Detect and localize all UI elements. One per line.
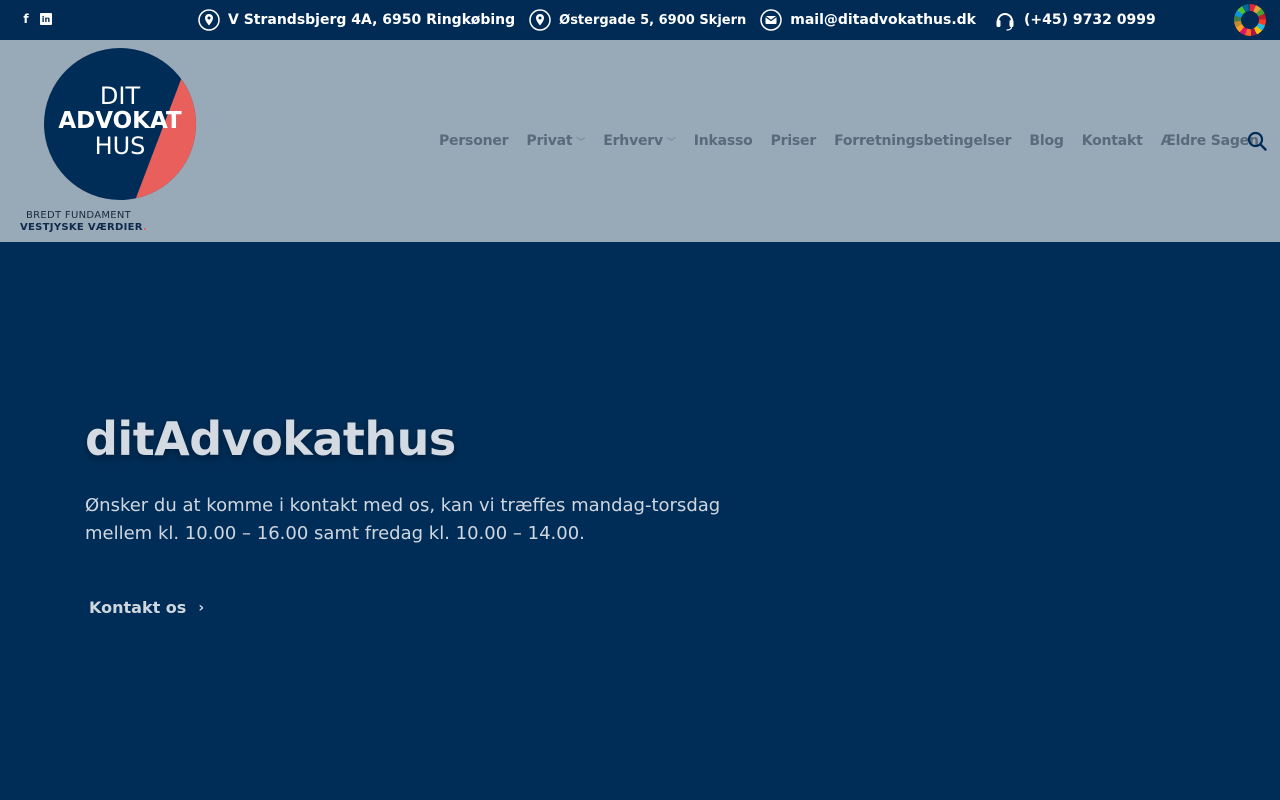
chevron-down-icon: ﹀ [576, 137, 586, 148]
nav-item-privat[interactable]: Privat ﹀ [526, 133, 585, 149]
nav-item-label: Erhverv [603, 133, 663, 149]
nav-item-inkasso[interactable]: Inkasso [694, 133, 753, 149]
nav-item-personer[interactable]: Personer [439, 133, 509, 149]
headset-icon [996, 13, 1014, 31]
location-pin-icon [198, 9, 220, 31]
logo-tagline-dot: . [142, 222, 148, 233]
top-bar: f in V Strandsbjerg 4A, 6950 Ringkøbing … [0, 0, 1280, 40]
nav-item-aeldre-sagen[interactable]: Ældre Sagen [1161, 133, 1259, 149]
logo-tagline-2-text: VESTJYSKE VÆRDIER [20, 222, 143, 233]
hero-title: ditAdvokathus [85, 412, 456, 466]
sdg-wheel-icon[interactable] [1234, 4, 1266, 36]
address-ringkobing-text: V Strandsbjerg 4A, 6950 Ringkøbing [228, 12, 516, 28]
contact-us-button[interactable]: Kontakt os › [89, 598, 204, 617]
address-ringkobing[interactable]: V Strandsbjerg 4A, 6950 Ringkøbing [198, 9, 515, 31]
nav-item-priser[interactable]: Priser [771, 133, 817, 149]
nav-item-label: Personer [439, 133, 509, 149]
nav-item-label: Blog [1029, 133, 1064, 149]
logo-line-2: ADVOKAT [58, 108, 182, 134]
hero-section: ditAdvokathus Ønsker du at komme i konta… [0, 242, 1280, 800]
email-link[interactable]: mail@ditadvokathus.dk [760, 9, 976, 31]
nav-item-label: Privat [526, 133, 573, 149]
social-links: f in [20, 12, 52, 26]
address-skjern-text: Østergade 5, 6900 Skjern [559, 12, 747, 28]
email-text: mail@ditadvokathus.dk [790, 12, 976, 28]
hero-text: Ønsker du at komme i kontakt med os, kan… [85, 495, 721, 544]
nav-item-blog[interactable]: Blog [1029, 133, 1064, 149]
location-pin-icon [529, 9, 551, 31]
phone-link[interactable]: (+45) 9732 0999 [994, 9, 1156, 31]
main-nav: Personer Privat ﹀ Erhverv ﹀ Inkasso Priser… [439, 129, 1277, 153]
logo-tagline-2: VESTJYSKE VÆRDIER. [20, 222, 147, 233]
nav-item-label: Forretningsbetingelser [834, 133, 1012, 149]
phone-text: (+45) 9732 0999 [1024, 12, 1156, 28]
logo-tagline-1: BREDT FUNDAMENT [26, 210, 132, 221]
search-icon[interactable] [1247, 131, 1267, 151]
linkedin-icon[interactable]: in [40, 13, 52, 25]
nav-item-label: Inkasso [693, 133, 753, 149]
site-logo[interactable]: DIT ADVOKAT HUS BREDT FUNDAMENT VESTJYSK… [18, 48, 208, 236]
nav-item-kontakt[interactable]: Kontakt [1082, 133, 1143, 149]
nav-item-forretningsbetingelser[interactable]: Forretningsbetingelser [834, 133, 1012, 149]
envelope-icon [760, 9, 783, 31]
nav-item-label: Kontakt [1081, 133, 1143, 149]
nav-item-label: Ældre Sagen [1160, 133, 1259, 149]
chevron-down-icon: ﹀ [666, 137, 676, 148]
contact-info: V Strandsbjerg 4A, 6950 Ringkøbing Øster… [198, 0, 1170, 40]
contact-us-label: Kontakt os [89, 598, 187, 617]
nav-item-erhverv[interactable]: Erhverv ﹀ [603, 133, 676, 149]
chevron-right-icon: › [198, 599, 205, 616]
logo-wordmark: DIT ADVOKAT HUS [44, 84, 196, 159]
facebook-icon[interactable]: f [20, 12, 32, 26]
nav-item-label: Priser [770, 133, 817, 149]
logo-line-1: DIT [99, 82, 141, 110]
logo-line-3: HUS [94, 132, 146, 160]
address-skjern[interactable]: Østergade 5, 6900 Skjern [529, 9, 746, 31]
site-header: DIT ADVOKAT HUS BREDT FUNDAMENT VESTJYSK… [0, 40, 1280, 242]
